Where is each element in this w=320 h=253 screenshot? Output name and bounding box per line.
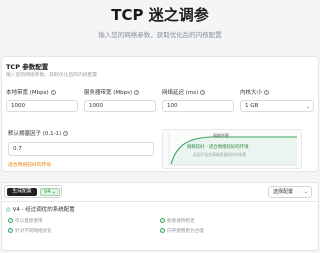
factor-input[interactable]: 0.7 xyxy=(8,142,154,156)
local-bandwidth-label-text: 本地带宽 (Mbps) xyxy=(6,90,49,96)
feature-text: 可以直接使用 xyxy=(15,219,43,224)
latency-label: 网络延迟 (ms)? xyxy=(162,88,206,96)
result-tabs: 生成配置 V4 ⌄ xyxy=(4,185,62,198)
curve-caption-top: 网络平稳 xyxy=(213,133,229,138)
check-icon: ✓ xyxy=(8,228,13,233)
result-divider xyxy=(1,201,319,202)
feature-text: 能够保持稳定 xyxy=(167,219,195,224)
kernel-size-label-text: 内核大小 xyxy=(240,90,263,96)
chevron-down-icon: ⌄ xyxy=(305,104,310,110)
help-icon[interactable]: ? xyxy=(63,131,69,136)
curve-caption-mid: 网络较好 - 适合网络较好的环境 xyxy=(187,145,249,150)
check-icon: ✓ xyxy=(160,218,165,223)
latency-input[interactable]: 100 xyxy=(162,100,234,112)
result-title-text: V4 - 经过调优的系统配置 xyxy=(12,207,75,213)
check-icon: ✓ xyxy=(8,218,13,223)
latency-label-text: 网络延迟 (ms) xyxy=(162,90,199,96)
server-bandwidth-label-text: 服务器带宽 (Mbps) xyxy=(84,90,133,96)
result-title: ◎ V4 - 经过调优的系统配置 xyxy=(6,205,75,213)
kernel-size-select[interactable]: 1 GB ⌄ xyxy=(240,100,314,112)
check-icon: ◎ xyxy=(6,207,11,213)
help-icon[interactable]: ? xyxy=(200,90,206,95)
config-title: TCP 参数配置 xyxy=(6,63,49,71)
config-select-value: 选择配置 xyxy=(273,189,294,195)
factor-label-text: 默认拥塞因子 (0.1-1) xyxy=(8,131,62,137)
chevron-down-icon: ⌄ xyxy=(303,189,308,195)
feature-text: 针对不同网络优化 xyxy=(15,229,52,234)
help-icon[interactable]: ? xyxy=(264,90,270,95)
tab-generate[interactable]: 生成配置 xyxy=(7,188,37,196)
config-subtitle: 输入您的网络参数，获取优化后的内核配置 xyxy=(6,73,98,78)
factor-curve-svg xyxy=(168,133,297,166)
tab-v4[interactable]: V4 ⌄ xyxy=(40,188,60,196)
feature-item: ✓ 内存使用更为合理 xyxy=(160,228,204,234)
factor-label: 默认拥塞因子 (0.1-1)? xyxy=(8,129,69,137)
help-icon[interactable]: ? xyxy=(134,90,140,95)
server-bandwidth-label: 服务器带宽 (Mbps)? xyxy=(84,88,140,96)
server-bandwidth-input[interactable]: 1000 xyxy=(84,100,156,112)
factor-curve-preview: 网络平稳 网络较好 - 适合网络较好的环境 此因子适合网络质量较好的场景 xyxy=(162,129,302,169)
feature-item: ✓ 针对不同网络优化 xyxy=(8,228,52,234)
local-bandwidth-input[interactable]: 1000 xyxy=(6,100,78,112)
feature-item: ✓ 可以直接使用 xyxy=(8,218,43,224)
kernel-size-value: 1 GB xyxy=(245,103,259,109)
local-bandwidth-label: 本地带宽 (Mbps)? xyxy=(6,88,56,96)
check-icon: ✓ xyxy=(160,228,165,233)
curve-caption-low: 此因子适合网络质量较好的场景 xyxy=(193,152,247,157)
feature-item: ✓ 能够保持稳定 xyxy=(160,218,195,224)
help-icon[interactable]: ? xyxy=(50,90,56,95)
tab-v4-label: V4 xyxy=(44,190,51,195)
page-subtitle: 输入您的网络参数，获取优化后的内核配置 xyxy=(98,31,222,39)
config-select[interactable]: 选择配置 ⌄ xyxy=(268,186,312,198)
page-title: TCP 迷之调参 xyxy=(111,6,209,24)
feature-text: 内存使用更为合理 xyxy=(167,229,204,234)
kernel-size-label: 内核大小? xyxy=(240,88,270,96)
factor-hint: 适合网络较好的环境 xyxy=(8,163,52,168)
page-header: TCP 迷之调参 输入您的网络参数，获取优化后的内核配置 xyxy=(0,0,320,54)
